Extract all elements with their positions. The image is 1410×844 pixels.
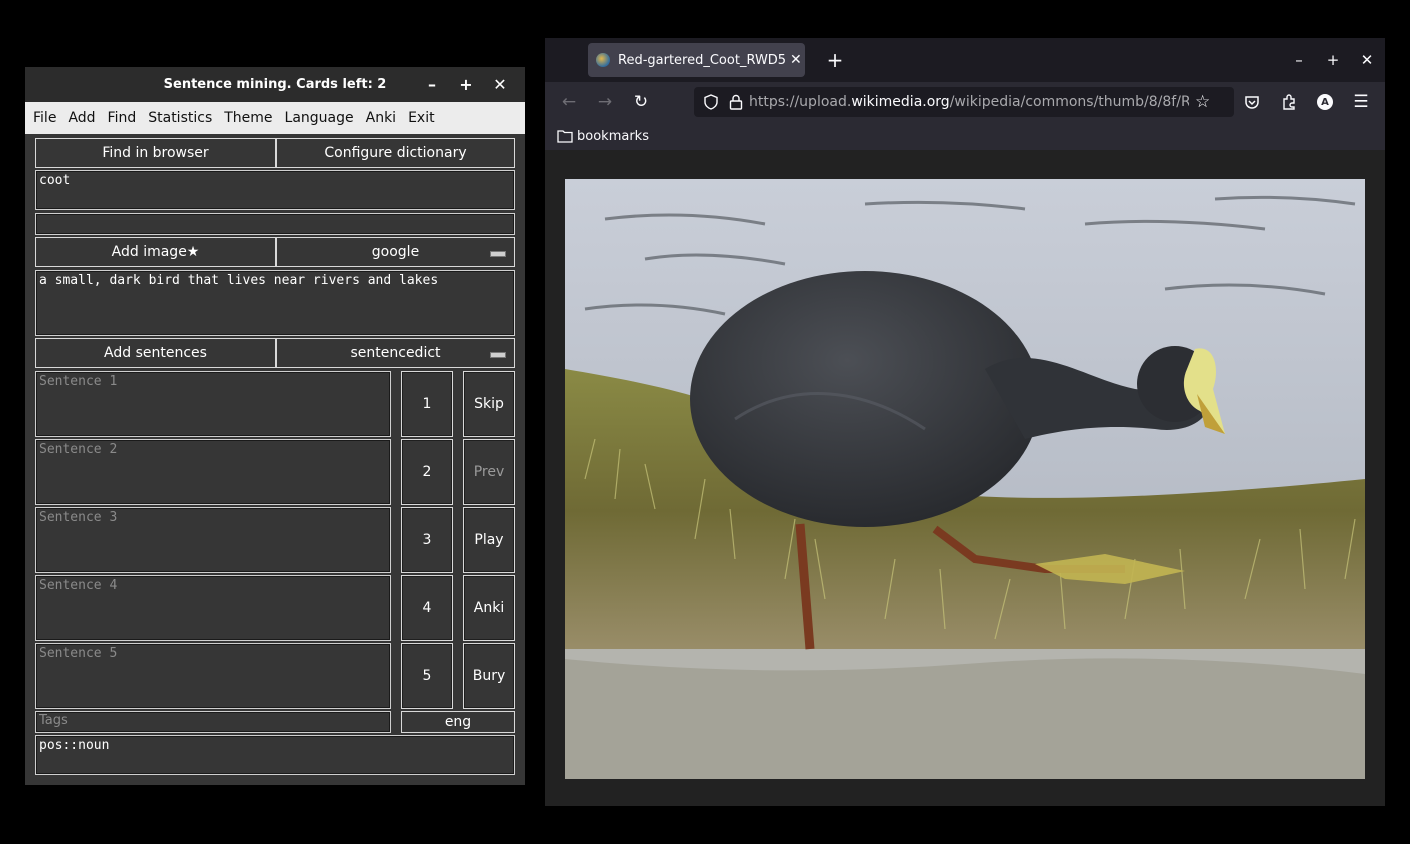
menu-theme[interactable]: Theme [218, 110, 278, 126]
app-titlebar[interactable]: Sentence mining. Cards left: 2 – + ✕ [25, 67, 525, 102]
url-path: /wikipedia/commons/thumb/8/8f/Red-garter… [949, 94, 1189, 110]
sentence-4-button[interactable]: 4 [401, 575, 453, 641]
avatar-letter: A [1317, 94, 1333, 110]
pocket-icon[interactable] [1237, 88, 1267, 116]
prev-button[interactable]: Prev [463, 439, 515, 505]
menu-language[interactable]: Language [279, 110, 360, 126]
shield-icon[interactable] [703, 94, 719, 110]
browser-window: Red-gartered_Coot_RWD5.jpg ✕ + – + ✕ ← →… [545, 38, 1385, 806]
sentence-1-placeholder: Sentence 1 [39, 374, 118, 389]
maximize-button[interactable]: + [449, 67, 483, 102]
menu-find[interactable]: Find [102, 110, 143, 126]
add-sentences-button[interactable]: Add sentences [35, 338, 276, 368]
sentence-4-field[interactable]: Sentence 4 [35, 575, 391, 641]
sentence-4-placeholder: Sentence 4 [39, 578, 118, 593]
close-button[interactable]: ✕ [483, 67, 517, 102]
sentence-source-value: sentencedict [350, 345, 441, 361]
image-source-dropdown[interactable]: google [276, 237, 515, 267]
sentence-1-button[interactable]: 1 [401, 371, 453, 437]
back-icon[interactable]: ← [554, 88, 584, 116]
sentence-3-placeholder: Sentence 3 [39, 510, 118, 525]
sentence-5-button[interactable]: 5 [401, 643, 453, 709]
image-source-value: google [371, 244, 420, 260]
navigation-bar: ← → ↻ https://upload.wikimedia.org/wikip… [545, 82, 1385, 122]
url-text[interactable]: https://upload.wikimedia.org/wikipedia/c… [749, 94, 1189, 110]
bury-button[interactable]: Bury [463, 643, 515, 709]
menu-anki[interactable]: Anki [360, 110, 402, 126]
menu-statistics[interactable]: Statistics [142, 110, 218, 126]
tags-field[interactable]: pos::noun [35, 735, 515, 775]
app-title: Sentence mining. Cards left: 2 [163, 77, 387, 92]
wikimedia-favicon-icon [596, 53, 610, 67]
skip-button[interactable]: Skip [463, 371, 515, 437]
sentence-2-button[interactable]: 2 [401, 439, 453, 505]
extra-field[interactable] [35, 213, 515, 235]
word-field[interactable]: coot [35, 170, 515, 210]
sentence-mining-window: Sentence mining. Cards left: 2 – + ✕ Fil… [25, 67, 525, 785]
account-avatar[interactable]: A [1310, 88, 1340, 116]
bookmarks-folder-label: bookmarks [577, 128, 649, 144]
hamburger-menu-icon[interactable]: ☰ [1346, 88, 1376, 116]
page-content [545, 150, 1385, 806]
url-prefix: https://upload. [749, 94, 852, 110]
minimize-button[interactable]: – [415, 67, 449, 102]
lock-icon[interactable] [729, 94, 743, 110]
menu-exit[interactable]: Exit [402, 110, 441, 126]
sentence-2-field[interactable]: Sentence 2 [35, 439, 391, 505]
browser-maximize-button[interactable]: + [1316, 46, 1350, 74]
sentence-1-field[interactable]: Sentence 1 [35, 371, 391, 437]
definition-field[interactable]: a small, dark bird that lives near river… [35, 270, 515, 336]
dropdown-indicator-icon [490, 352, 506, 358]
tab-close-icon[interactable]: ✕ [790, 52, 802, 68]
dropdown-indicator-icon [490, 251, 506, 257]
add-image-button[interactable]: Add image★ [35, 237, 276, 267]
url-bar[interactable]: https://upload.wikimedia.org/wikipedia/c… [694, 87, 1234, 117]
play-button[interactable]: Play [463, 507, 515, 573]
folder-icon [557, 130, 573, 143]
language-button[interactable]: eng [401, 711, 515, 733]
new-tab-button[interactable]: + [821, 46, 849, 74]
extensions-icon[interactable] [1274, 88, 1304, 116]
browser-close-button[interactable]: ✕ [1350, 46, 1384, 74]
bookmark-star-icon[interactable]: ☆ [1195, 92, 1210, 112]
menubar: File Add Find Statistics Theme Language … [25, 102, 525, 134]
menu-file[interactable]: File [25, 110, 62, 126]
bookmarks-toolbar: bookmarks [545, 122, 1385, 150]
find-in-browser-button[interactable]: Find in browser [35, 138, 276, 168]
tab-image[interactable]: Red-gartered_Coot_RWD5.jpg ✕ [588, 43, 805, 77]
reload-icon[interactable]: ↻ [626, 88, 656, 116]
tags-placeholder: Tags [39, 713, 68, 728]
bookmarks-folder[interactable]: bookmarks [557, 129, 649, 144]
forward-icon[interactable]: → [590, 88, 620, 116]
tab-title: Red-gartered_Coot_RWD5.jpg [618, 52, 786, 68]
browser-minimize-button[interactable]: – [1282, 46, 1316, 74]
sentence-source-dropdown[interactable]: sentencedict [276, 338, 515, 368]
anki-button[interactable]: Anki [463, 575, 515, 641]
configure-dictionary-button[interactable]: Configure dictionary [276, 138, 515, 168]
sentence-2-placeholder: Sentence 2 [39, 442, 118, 457]
sentence-5-field[interactable]: Sentence 5 [35, 643, 391, 709]
sentence-3-button[interactable]: 3 [401, 507, 453, 573]
tab-strip: Red-gartered_Coot_RWD5.jpg ✕ + – + ✕ [545, 38, 1385, 82]
url-domain: wikimedia.org [851, 94, 950, 110]
tags-input[interactable]: Tags [35, 711, 391, 733]
menu-add[interactable]: Add [62, 110, 101, 126]
sentence-5-placeholder: Sentence 5 [39, 646, 118, 661]
sentence-3-field[interactable]: Sentence 3 [35, 507, 391, 573]
coot-photo[interactable] [565, 179, 1365, 779]
